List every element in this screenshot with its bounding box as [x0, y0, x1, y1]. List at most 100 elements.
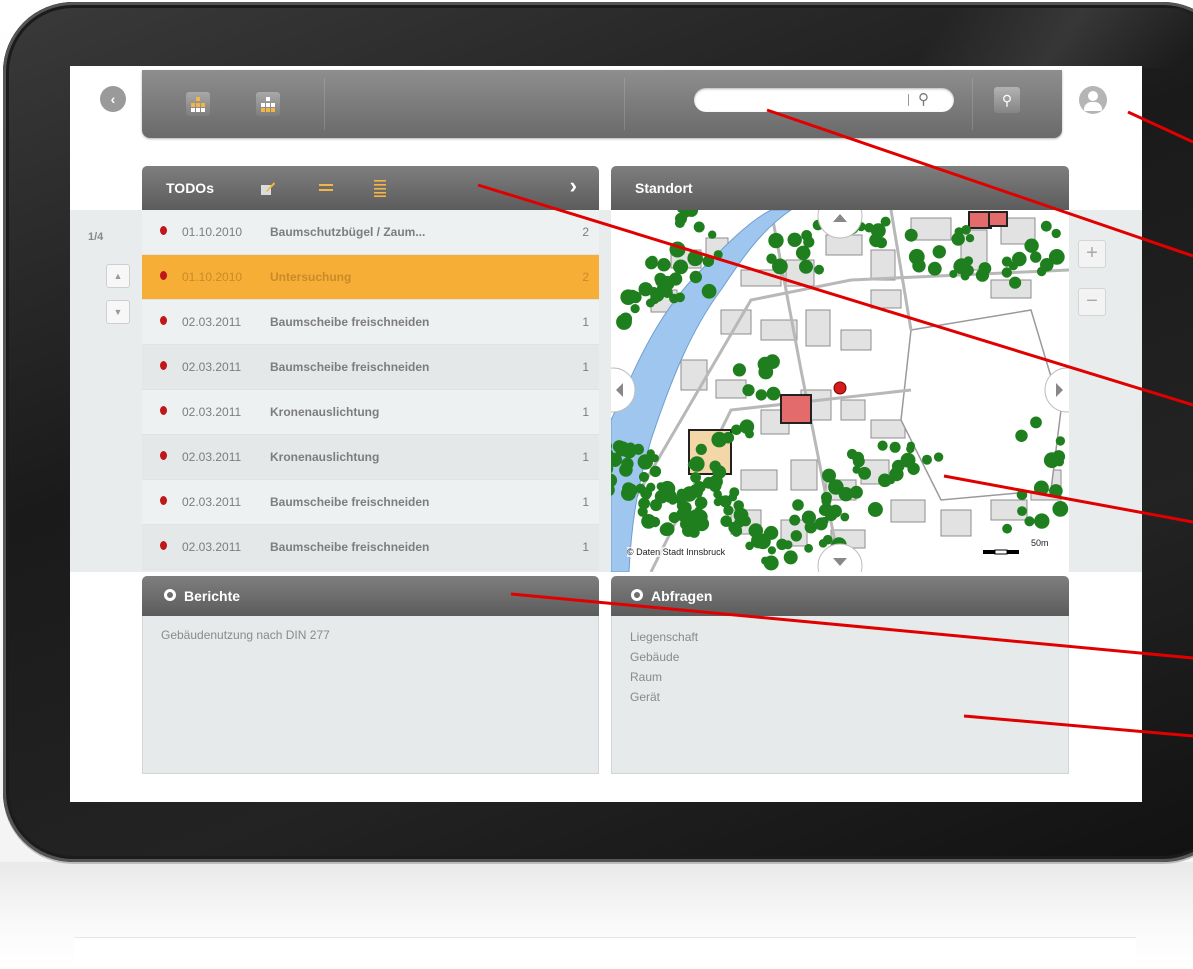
org-tree-icon[interactable] [186, 92, 210, 116]
todo-count: 2 [582, 225, 589, 239]
todos-pager: 1/4 [88, 231, 104, 243]
tree-mark [621, 485, 636, 501]
tree-mark [620, 316, 631, 327]
zoom-out-button[interactable]: − [1078, 288, 1106, 316]
tree-mark [1001, 256, 1012, 267]
tree-mark [672, 261, 684, 273]
search-icon[interactable]: ⚲ [918, 91, 938, 109]
tree-mark [693, 481, 706, 494]
tree-mark [799, 259, 813, 274]
tree-mark [767, 546, 776, 555]
report-item[interactable]: Gebäudenutzung nach DIN 277 [161, 628, 330, 642]
edit-icon[interactable] [260, 180, 276, 196]
tree-mark [927, 261, 942, 276]
status-dot-icon [160, 541, 167, 550]
tree-mark [1034, 513, 1050, 529]
query-item[interactable]: Raum [630, 670, 662, 684]
zoom-in-button[interactable]: + [1078, 240, 1106, 268]
tree-mark [852, 455, 865, 468]
gear-icon [631, 589, 643, 601]
tree-mark [641, 491, 651, 500]
back-icon[interactable]: ‹ [100, 86, 126, 112]
todos-title: TODOs [166, 180, 214, 196]
tree-mark [711, 431, 727, 448]
todo-row[interactable]: 02.03.2011 Baumscheibe freischneiden 1 [142, 300, 599, 345]
todo-date: 02.03.2011 [182, 495, 242, 509]
tree-mark [619, 463, 633, 477]
tree-mark [840, 512, 850, 522]
tree-mark [789, 514, 801, 526]
tree-mark [975, 268, 989, 282]
todos-next-icon[interactable]: › [570, 175, 577, 197]
advanced-search-icon[interactable]: ⚲ [994, 87, 1020, 113]
stage: ‹ ⚲ ⚲ TODOs › 1/4 ▲ ▼ 01.10.2010 Baumsch… [0, 0, 1193, 969]
tree-mark [669, 241, 686, 258]
status-dot-icon [160, 451, 167, 460]
user-icon[interactable] [1079, 86, 1107, 114]
todo-row[interactable]: 02.03.2011 Baumscheibe freischneiden 1 [142, 525, 599, 570]
page-up-button[interactable]: ▲ [106, 264, 130, 288]
status-dot-icon [160, 496, 167, 505]
tree-mark [1051, 228, 1061, 239]
tree-mark [675, 212, 687, 225]
todo-count: 1 [582, 405, 589, 419]
tree-mark [694, 496, 708, 510]
tree-mark [664, 490, 677, 503]
tree-mark [889, 441, 901, 453]
search-input[interactable] [706, 91, 906, 109]
tablet-reflection [0, 862, 1193, 969]
tree-mark [669, 293, 679, 304]
todo-row[interactable]: 02.03.2011 Kronenauslichtung 1 [142, 435, 599, 480]
status-dot-icon [160, 361, 167, 370]
tree-mark [790, 530, 802, 542]
todo-name: Untersuchung [270, 270, 352, 284]
location-map[interactable]: © Daten Stadt Innsbruck 50m [611, 210, 1069, 572]
query-item[interactable]: Liegenschaft [630, 630, 698, 644]
tree-mark [632, 443, 644, 455]
tree-mark [821, 496, 832, 506]
tree-mark [932, 245, 946, 259]
todo-count: 1 [582, 540, 589, 554]
map-canvas [611, 210, 1069, 572]
tree-mark [869, 503, 878, 512]
list-compact-icon[interactable] [318, 180, 334, 196]
org-tree-alt-icon[interactable] [256, 92, 280, 116]
todo-row[interactable]: 01.10.2010 Untersuchung 2 [142, 255, 599, 300]
page-down-button[interactable]: ▼ [106, 300, 130, 324]
todo-count: 1 [582, 360, 589, 374]
status-dot-icon [160, 226, 167, 235]
tree-mark [849, 485, 863, 499]
todo-row[interactable]: 02.03.2011 Baumscheibe freischneiden 1 [142, 345, 599, 390]
tree-mark [702, 255, 715, 267]
tree-mark [1055, 436, 1066, 446]
todo-count: 2 [582, 270, 589, 284]
tree-mark [912, 259, 926, 273]
tree-mark [733, 527, 743, 536]
status-dot-icon [160, 271, 167, 280]
tree-mark [695, 443, 707, 455]
list-expanded-icon[interactable] [372, 179, 388, 197]
tree-mark [933, 452, 944, 462]
tree-mark [1012, 251, 1027, 267]
todo-date: 02.03.2011 [182, 360, 242, 374]
todos-panel-header: TODOs › [142, 166, 599, 210]
tree-mark [694, 516, 710, 532]
tree-mark [787, 232, 802, 247]
todo-row[interactable]: 02.03.2011 Baumscheibe freischneiden 1 [142, 480, 599, 525]
tree-mark [776, 538, 788, 550]
query-item[interactable]: Gebäude [630, 650, 679, 664]
todo-row[interactable]: 02.03.2011 Kronenauslichtung 1 [142, 390, 599, 435]
search-field[interactable]: ⚲ [694, 88, 954, 112]
tree-mark [689, 270, 702, 284]
tree-mark [814, 264, 824, 275]
tree-mark [656, 482, 665, 491]
tree-mark [742, 384, 755, 397]
tree-mark [804, 543, 813, 553]
todo-row[interactable]: 01.10.2010 Baumschutzbügel / Zaum... 2 [142, 210, 599, 255]
map-title: Standort [635, 180, 693, 196]
app-screen: ‹ ⚲ ⚲ TODOs › 1/4 ▲ ▼ 01.10.2010 Baumsch… [70, 66, 1142, 802]
tree-mark [1017, 506, 1027, 516]
query-item[interactable]: Gerät [630, 690, 660, 704]
tree-mark [877, 440, 888, 451]
tree-mark [1024, 238, 1039, 253]
